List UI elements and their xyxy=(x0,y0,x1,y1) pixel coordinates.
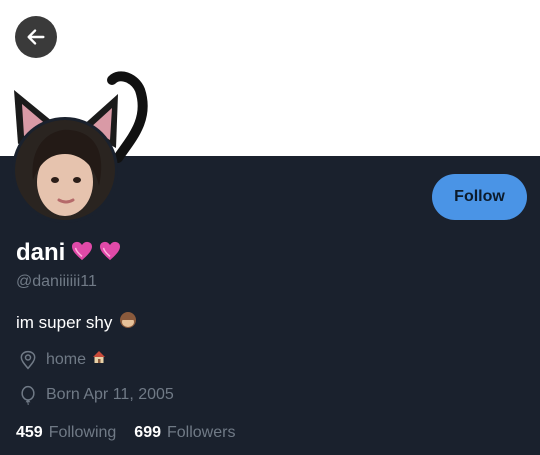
location-text: home xyxy=(46,350,87,368)
house-icon xyxy=(91,349,107,370)
heart-icon xyxy=(99,241,121,266)
user-handle: @daniiiiii11 xyxy=(16,273,97,290)
birthdate-text: Born Apr 11, 2005 xyxy=(46,386,174,403)
bio-text: im super shy xyxy=(16,312,113,332)
location-row: home xyxy=(18,349,107,370)
back-button[interactable] xyxy=(15,16,57,58)
display-name: dani xyxy=(16,239,66,266)
heart-icon xyxy=(71,241,93,266)
location-pin-icon xyxy=(20,350,36,369)
follow-stats: 459 Following 699 Followers xyxy=(16,424,235,442)
followers-link[interactable]: 699 Followers xyxy=(134,424,235,442)
balloon-icon xyxy=(21,385,35,405)
follow-button[interactable]: Follow xyxy=(432,174,527,220)
following-label: Following xyxy=(48,424,117,441)
avatar[interactable] xyxy=(12,117,118,223)
arrow-left-icon xyxy=(27,29,45,45)
see-no-evil-monkey-icon xyxy=(118,310,138,335)
bio: im super shy xyxy=(16,310,138,335)
followers-count: 699 xyxy=(134,424,161,441)
birthdate-row: Born Apr 11, 2005 xyxy=(18,385,174,405)
avatar-photo xyxy=(15,120,115,220)
following-count: 459 xyxy=(16,424,43,441)
followers-label: Followers xyxy=(167,424,236,441)
display-name-row: dani xyxy=(16,239,121,267)
following-link[interactable]: 459 Following xyxy=(16,424,116,442)
